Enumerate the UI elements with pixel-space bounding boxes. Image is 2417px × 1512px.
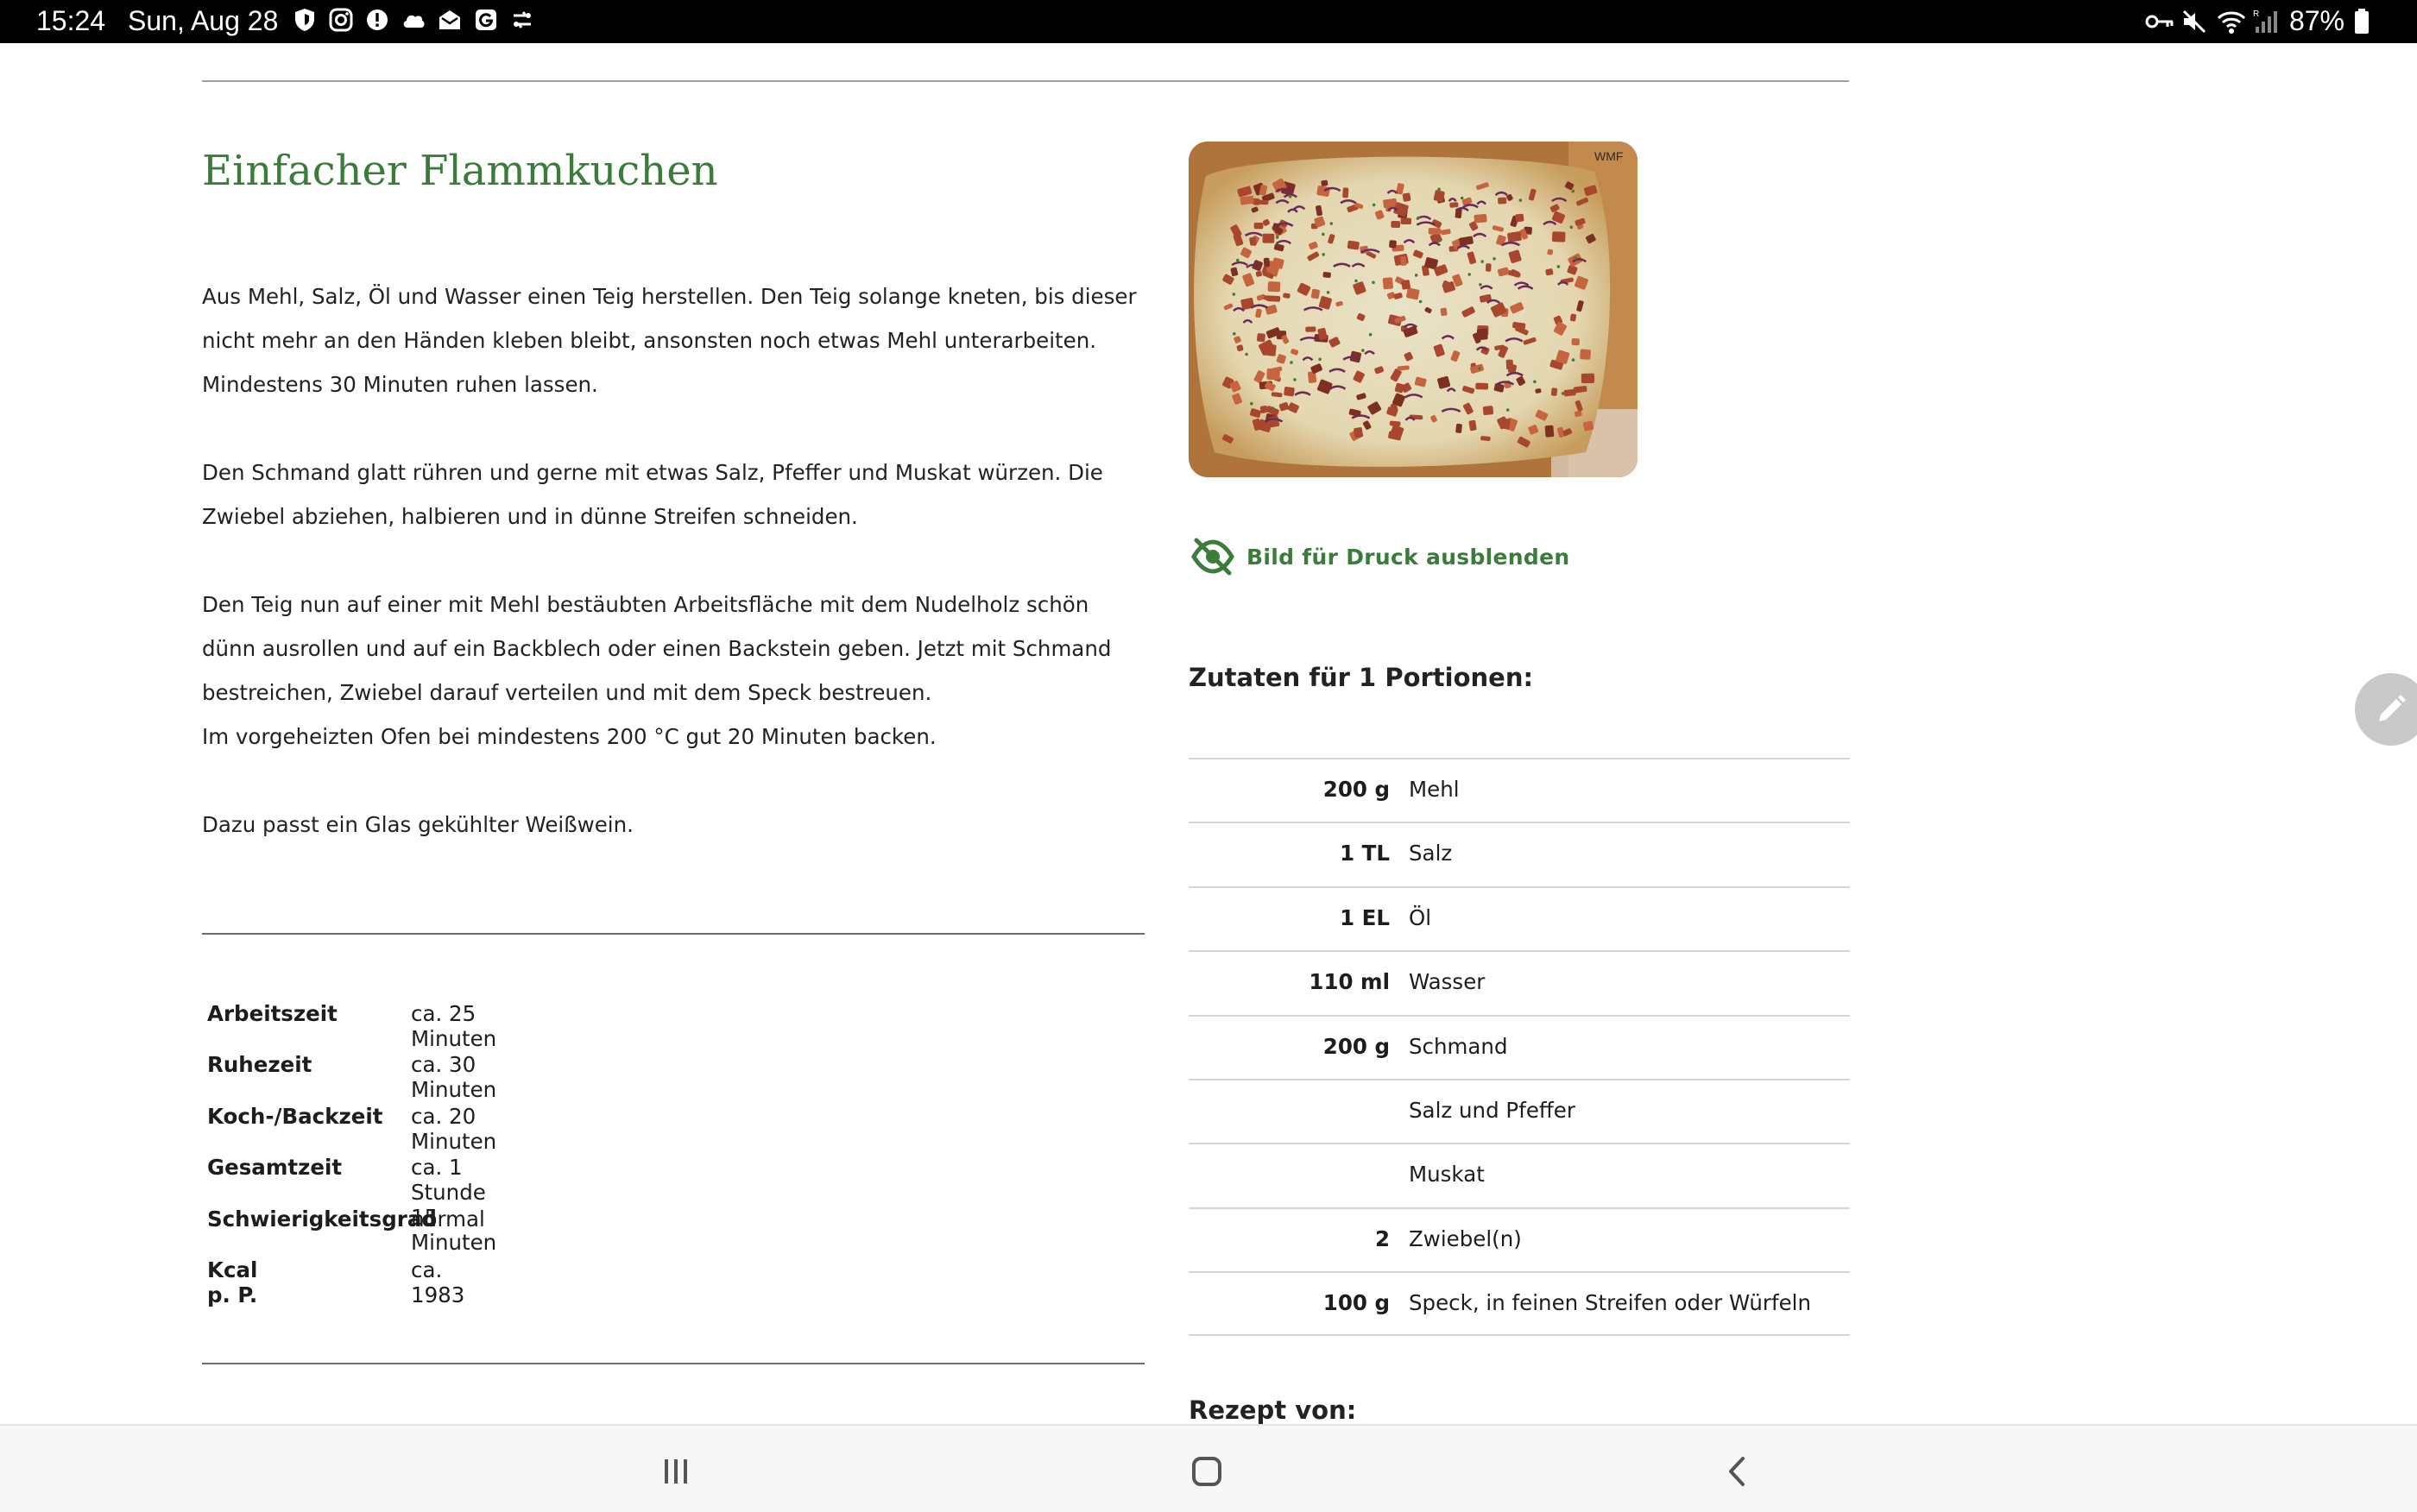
ingredient-row: 200 g Mehl <box>1189 758 1850 822</box>
ingredient-name: Schmand <box>1409 1033 1508 1059</box>
recipe-author-heading: Rezept von: <box>1189 1395 1357 1425</box>
edit-button[interactable] <box>2355 673 2417 746</box>
ingredient-amount: 1 TL <box>1340 841 1390 866</box>
home-icon[interactable] <box>1185 1450 1228 1493</box>
signal-icon: R <box>2253 8 2281 35</box>
divider <box>202 80 1849 82</box>
ingredient-amount: 110 ml <box>1309 969 1390 995</box>
instruction-paragraph: Den Teig nun auf einer mit Mehl bestäubt… <box>202 592 1112 705</box>
ingredient-amount: 1 EL <box>1340 904 1390 930</box>
time-value: ca. 1 Stunde 15 Minuten <box>411 1155 497 1256</box>
battery-icon <box>2353 8 2381 35</box>
ingredient-name: Zwiebel(n) <box>1409 1225 1522 1251</box>
ingredient-row: 100 g Speck, in feinen Streifen oder Wür… <box>1189 1271 1850 1336</box>
ingredient-row: 110 ml Wasser <box>1189 950 1850 1014</box>
recipe-page: Einfacher Flammkuchen Aus Mehl, Salz, Öl… <box>0 43 2417 1425</box>
alert-icon <box>364 7 390 33</box>
instruction-paragraph: Im vorgeheizten Ofen bei mindestens 200 … <box>202 724 937 749</box>
mute-icon <box>2180 8 2208 35</box>
ingredient-amount: 200 g <box>1322 1033 1390 1059</box>
photo-logo: WMF <box>1594 149 1623 163</box>
time-value: ca. 20 Minuten <box>411 1103 497 1154</box>
instruction-paragraph: Dazu passt ein Glas gekühlter Weißwein. <box>202 812 634 837</box>
recipe-instructions: Aus Mehl, Salz, Öl und Wasser einen Teig… <box>202 274 1143 891</box>
ingredient-amount: 100 g <box>1322 1290 1390 1316</box>
navigation-bar <box>0 1424 2417 1512</box>
shield-icon <box>292 7 318 33</box>
ingredient-name: Salz und Pfeffer <box>1409 1097 1575 1123</box>
pencil-icon <box>2379 695 2406 721</box>
eye-off-icon <box>1191 538 1234 576</box>
hide-image-for-print-button[interactable]: Bild für Druck ausblenden <box>1191 537 1569 576</box>
ingredient-row: 1 TL Salz <box>1189 822 1850 885</box>
ingredient-row: 2 Zwiebel(n) <box>1189 1206 1850 1271</box>
ingredient-row: 200 g Schmand <box>1189 1014 1850 1079</box>
time-value: normal <box>411 1206 485 1232</box>
ingredient-name: Öl <box>1409 904 1432 930</box>
ingredient-name: Mehl <box>1409 777 1460 802</box>
sync-icon <box>509 7 535 33</box>
recipe-photo[interactable]: WMF <box>1189 142 1638 477</box>
vpn-key-icon <box>2144 8 2174 35</box>
status-time: 15:24 <box>36 5 106 36</box>
ingredient-row: Salz und Pfeffer <box>1189 1078 1850 1143</box>
time-value: ca. 1983 <box>411 1257 465 1307</box>
status-bar: 15:24 Sun, Aug 28 R 87% <box>0 0 2417 43</box>
ingredient-row: 1 EL Öl <box>1189 885 1850 950</box>
time-value: ca. 30 Minuten <box>411 1052 497 1103</box>
time-label: Koch-/Backzeit <box>207 1103 383 1129</box>
battery-percentage: 87% <box>2288 5 2344 36</box>
time-label: Arbeitszeit <box>207 1001 338 1026</box>
recent-apps-icon[interactable] <box>654 1450 697 1493</box>
ingredients-table: 200 g Mehl 1 TL Salz 1 EL Öl 110 ml Wass… <box>1189 758 1850 1336</box>
notification-icons <box>292 7 535 33</box>
ingredient-amount: 200 g <box>1322 777 1390 802</box>
system-icons: R 87% <box>2144 5 2381 37</box>
google-icon <box>473 7 499 33</box>
instruction-paragraph: Den Schmand glatt rühren und gerne mit e… <box>202 460 1103 529</box>
recipe-title: Einfacher Flammkuchen <box>202 147 718 195</box>
back-icon[interactable] <box>1716 1450 1759 1493</box>
hide-image-label: Bild für Druck ausblenden <box>1246 544 1570 570</box>
ingredients-title: Zutaten für 1 Portionen: <box>1189 663 1534 692</box>
wifi-icon <box>2217 8 2246 35</box>
time-label: Schwierigkeitsgrad <box>207 1206 437 1232</box>
ingredient-row: Muskat <box>1189 1143 1850 1206</box>
time-value: ca. 25 Minuten <box>411 1001 497 1051</box>
ingredient-name: Speck, in feinen Streifen oder Würfeln <box>1409 1290 1812 1316</box>
divider <box>202 1363 1145 1364</box>
ingredient-amount: 2 <box>1374 1225 1390 1251</box>
ingredient-name: Wasser <box>1409 969 1486 995</box>
divider <box>202 933 1145 935</box>
svg-text:R: R <box>2253 9 2259 19</box>
status-date: Sun, Aug 28 <box>128 5 279 36</box>
cloud-icon <box>401 7 426 33</box>
time-label: Kcal p. P. <box>207 1257 258 1307</box>
mail-icon <box>437 7 463 33</box>
instagram-icon <box>328 7 354 33</box>
instruction-paragraph: Aus Mehl, Salz, Öl und Wasser einen Teig… <box>202 284 1137 397</box>
ingredient-name: Salz <box>1409 841 1453 866</box>
time-label: Ruhezeit <box>207 1052 312 1078</box>
ingredient-name: Muskat <box>1409 1162 1485 1188</box>
time-label: Gesamtzeit <box>207 1155 343 1181</box>
